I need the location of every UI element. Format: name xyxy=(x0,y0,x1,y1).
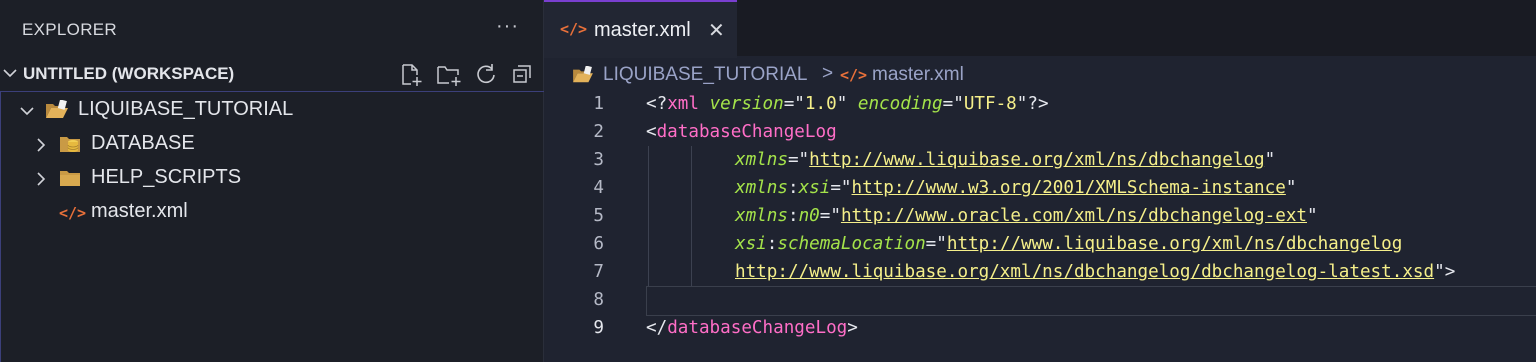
line-number: 5 xyxy=(593,206,604,226)
tree-item-help-scripts[interactable]: HELP_SCRIPTS xyxy=(1,161,544,195)
tree-item-label: DATABASE xyxy=(91,132,195,154)
code-text: http://www.liquibase.org/xml/ns/dbchange… xyxy=(735,262,1456,282)
code-text: xmlns:xsi="http://www.w3.org/2001/XMLSch… xyxy=(735,178,1297,198)
open-folder-icon xyxy=(45,99,69,125)
workspace-section-header[interactable]: UNTITLED (WORKSPACE) xyxy=(0,58,543,90)
indent-guide xyxy=(691,230,692,258)
new-folder-icon[interactable] xyxy=(435,62,463,93)
code-line: 8 xyxy=(544,286,1536,314)
code-text: xsi:schemaLocation="http://www.liquibase… xyxy=(735,234,1403,254)
file-tree: LIQUIBASE_TUTORIAL DATABASE HELP_SCRIPTS… xyxy=(0,91,544,362)
breadcrumb-file[interactable]: master.xml xyxy=(872,64,964,86)
indent-guide xyxy=(691,174,692,202)
code-line: 2 <databaseChangeLog xyxy=(544,118,1536,146)
tab-master-xml[interactable]: </> master.xml ✕ xyxy=(544,0,737,58)
code-line: 7 http://www.liquibase.org/xml/ns/dbchan… xyxy=(544,258,1536,286)
code-line: 1 <?xml version="1.0" encoding="UTF-8"?> xyxy=(544,90,1536,118)
tree-item-liquibase-tutorial[interactable]: LIQUIBASE_TUTORIAL xyxy=(1,93,544,127)
line-number: 7 xyxy=(593,262,604,282)
tree-item-label: HELP_SCRIPTS xyxy=(91,166,242,188)
code-line: 3 xmlns="http://www.liquibase.org/xml/ns… xyxy=(544,146,1536,174)
new-file-icon[interactable] xyxy=(398,62,424,93)
tree-item-database[interactable]: DATABASE xyxy=(1,127,544,161)
line-number: 6 xyxy=(593,234,604,254)
line-number: 1 xyxy=(593,94,604,114)
indent-guide xyxy=(691,146,692,174)
line-number: 4 xyxy=(593,178,604,198)
chevron-down-icon xyxy=(19,103,35,124)
breadcrumb: LIQUIBASE_TUTORIAL > </> master.xml xyxy=(544,58,1536,90)
tree-item-label: LIQUIBASE_TUTORIAL xyxy=(78,98,294,120)
editor-tab-bar: </> master.xml ✕ xyxy=(544,0,1536,58)
refresh-icon[interactable] xyxy=(474,62,498,91)
indent-guide xyxy=(648,202,649,230)
tree-item-label: master.xml xyxy=(91,200,188,222)
line-number: 8 xyxy=(593,290,604,310)
vscode-window: EXPLORER ··· UNTITLED (WORKSPACE) LIQUIB… xyxy=(0,0,1536,362)
line-number: 2 xyxy=(593,122,604,142)
collapse-all-icon[interactable] xyxy=(510,62,534,91)
explorer-sidebar: EXPLORER ··· UNTITLED (WORKSPACE) LIQUIB… xyxy=(0,0,544,362)
tree-item-master-xml[interactable]: </> master.xml xyxy=(1,195,544,229)
code-line: 9 </databaseChangeLog> xyxy=(544,314,1536,342)
folder-icon xyxy=(59,168,83,193)
code-line: 5 xmlns:n0="http://www.oracle.com/xml/ns… xyxy=(544,202,1536,230)
code-text: <databaseChangeLog xyxy=(646,122,837,142)
workspace-title: UNTITLED (WORKSPACE) xyxy=(23,64,235,83)
database-folder-icon xyxy=(59,134,83,159)
indent-guide xyxy=(648,174,649,202)
xml-file-icon: </> xyxy=(840,66,868,84)
indent-guide xyxy=(648,258,649,286)
open-folder-icon xyxy=(572,65,594,89)
indent-guide xyxy=(691,258,692,286)
code-editor[interactable]: 1 <?xml version="1.0" encoding="UTF-8"?>… xyxy=(544,90,1536,362)
chevron-right-icon xyxy=(33,137,49,158)
indent-guide xyxy=(648,230,649,258)
chevron-down-icon xyxy=(2,65,18,86)
explorer-header: EXPLORER ··· xyxy=(0,0,543,58)
code-text: xmlns:n0="http://www.oracle.com/xml/ns/d… xyxy=(735,206,1318,226)
code-text: xmlns="http://www.liquibase.org/xml/ns/d… xyxy=(735,150,1276,170)
breadcrumb-separator: > xyxy=(822,63,834,84)
indent-guide xyxy=(691,202,692,230)
xml-file-icon: </> xyxy=(560,20,588,38)
code-text: <?xml version="1.0" encoding="UTF-8"?> xyxy=(646,94,1049,114)
chevron-right-icon xyxy=(33,171,49,192)
code-text: </databaseChangeLog> xyxy=(646,318,858,338)
breadcrumb-folder[interactable]: LIQUIBASE_TUTORIAL xyxy=(603,64,808,86)
line-number: 9 xyxy=(593,318,604,338)
close-icon[interactable]: ✕ xyxy=(708,18,725,43)
line-number: 3 xyxy=(593,150,604,170)
code-line: 6 xsi:schemaLocation="http://www.liquiba… xyxy=(544,230,1536,258)
explorer-title: EXPLORER xyxy=(22,20,117,39)
more-actions-icon[interactable]: ··· xyxy=(496,15,519,38)
tab-label: master.xml xyxy=(594,19,691,41)
code-line: 4 xmlns:xsi="http://www.w3.org/2001/XMLS… xyxy=(544,174,1536,202)
indent-guide xyxy=(648,146,649,174)
xml-file-icon: </> xyxy=(59,204,87,222)
